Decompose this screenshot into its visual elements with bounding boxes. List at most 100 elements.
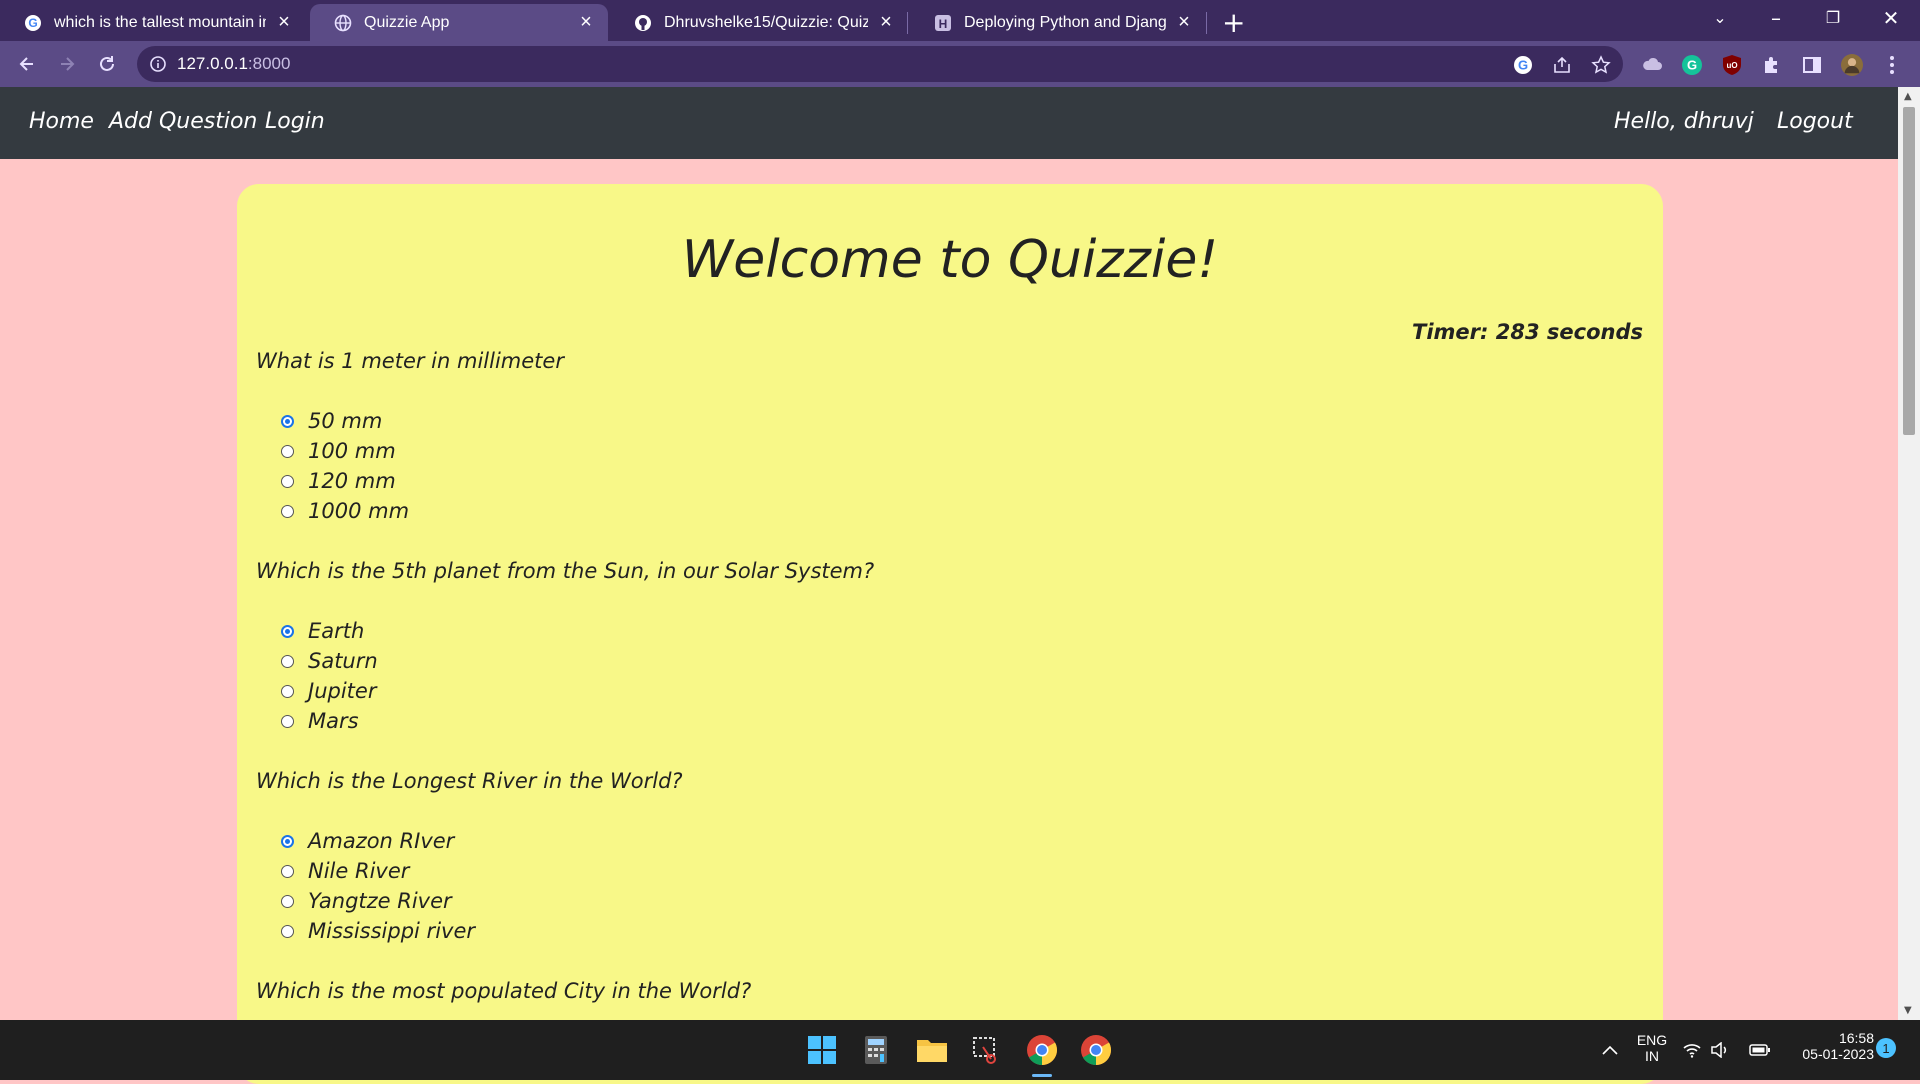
- share-icon[interactable]: [1552, 55, 1572, 79]
- answer-option[interactable]: Jupiter: [281, 679, 376, 703]
- tab-title: Quizzie App: [364, 13, 450, 31]
- option-label: Amazon RIver: [308, 829, 455, 853]
- heroku-icon: H: [934, 14, 952, 32]
- nav-link-login[interactable]: Login: [265, 109, 325, 134]
- active-app-indicator: [1032, 1074, 1052, 1077]
- language-indicator[interactable]: ENG IN: [1632, 1032, 1672, 1064]
- reload-icon[interactable]: [92, 49, 122, 79]
- radio-button[interactable]: [281, 864, 294, 878]
- taskbar-clock[interactable]: 16:58 05-01-2023: [1784, 1030, 1874, 1062]
- file-explorer-icon[interactable]: [914, 1032, 950, 1068]
- answer-option[interactable]: Amazon RIver: [281, 829, 454, 853]
- user-greeting: Hello, dhruvj: [1614, 109, 1754, 134]
- tab-search-chevron-icon[interactable]: ⌄: [1700, 8, 1740, 27]
- new-tab-icon[interactable]: +: [1222, 6, 1245, 39]
- cloud-extension-icon[interactable]: [1641, 54, 1663, 76]
- url-host: 127.0.0.1: [177, 54, 248, 73]
- answer-option[interactable]: Saturn: [281, 649, 378, 673]
- restore-icon[interactable]: ❐: [1813, 8, 1853, 27]
- bookmark-star-icon[interactable]: [1591, 55, 1611, 79]
- browser-tab-strip: G which is the tallest mountain in th × …: [0, 0, 1920, 41]
- nav-link-add-question[interactable]: Add Question: [109, 109, 257, 134]
- snipping-tool-icon[interactable]: [968, 1032, 1004, 1068]
- nav-link-logout[interactable]: Logout: [1777, 109, 1853, 134]
- url-port: :8000: [247, 54, 291, 73]
- site-info-icon[interactable]: [149, 55, 167, 77]
- notification-badge[interactable]: 1: [1876, 1038, 1896, 1058]
- battery-icon[interactable]: [1748, 1032, 1772, 1068]
- answer-option[interactable]: Mars: [281, 709, 359, 733]
- answer-option[interactable]: Nile River: [281, 859, 409, 883]
- radio-button[interactable]: [281, 414, 294, 428]
- globe-icon: [334, 14, 352, 32]
- grammarly-icon[interactable]: G: [1681, 54, 1703, 76]
- option-label: Nile River: [308, 859, 410, 883]
- tab-separator: [1206, 12, 1207, 34]
- clock-time: 16:58: [1838, 1030, 1874, 1046]
- browser-menu-icon[interactable]: [1881, 54, 1903, 76]
- close-icon[interactable]: ×: [1174, 11, 1194, 34]
- svg-text:G: G: [28, 16, 37, 30]
- chrome-profile-icon[interactable]: [1078, 1032, 1114, 1068]
- close-icon[interactable]: ×: [876, 11, 896, 34]
- quiz-card: Welcome to Quizzie! Timer: 283 seconds W…: [237, 184, 1663, 1084]
- tab-heroku[interactable]: H Deploying Python and Django Ap ×: [910, 4, 1206, 41]
- url-text: 127.0.0.1:8000: [177, 54, 290, 74]
- radio-button[interactable]: [281, 684, 294, 698]
- radio-button[interactable]: [281, 834, 294, 848]
- page-title: Welcome to Quizzie!: [681, 230, 1219, 290]
- svg-text:G: G: [1687, 58, 1697, 73]
- address-bar[interactable]: 127.0.0.1:8000 G: [137, 46, 1623, 82]
- nav-link-home[interactable]: Home: [29, 109, 94, 134]
- radio-button[interactable]: [281, 444, 294, 458]
- google-lens-icon[interactable]: G: [1513, 55, 1533, 79]
- radio-button[interactable]: [281, 924, 294, 938]
- close-icon[interactable]: ×: [576, 11, 596, 34]
- windows-start-icon[interactable]: [804, 1032, 840, 1068]
- tab-quizzie-app[interactable]: Quizzie App ×: [310, 4, 608, 41]
- question-text: Which is the most populated City in the …: [256, 979, 752, 1003]
- forward-icon[interactable]: [52, 49, 82, 79]
- option-label: Saturn: [308, 649, 378, 673]
- tab-github[interactable]: Dhruvshelke15/Quizzie: Quizzie i ×: [610, 4, 908, 41]
- tab-title: Deploying Python and Django Ap: [964, 13, 1166, 31]
- radio-button[interactable]: [281, 624, 294, 638]
- language-code: ENG: [1636, 1032, 1668, 1048]
- close-icon[interactable]: ×: [274, 11, 294, 34]
- answer-option[interactable]: Yangtze River: [281, 889, 452, 913]
- quiz-timer: Timer: 283 seconds: [1412, 320, 1643, 344]
- radio-button[interactable]: [281, 504, 294, 518]
- answer-option[interactable]: Mississippi river: [281, 919, 475, 943]
- windows-taskbar: ENG IN 16:58 05-01-2023 1: [0, 1020, 1920, 1080]
- scrollbar-thumb[interactable]: [1903, 107, 1915, 435]
- radio-button[interactable]: [281, 714, 294, 728]
- tab-google-search[interactable]: G which is the tallest mountain in th ×: [0, 4, 306, 41]
- browser-toolbar: 127.0.0.1:8000 G G uO: [0, 41, 1920, 87]
- tab-separator: [907, 12, 908, 34]
- answer-option[interactable]: 1000 mm: [281, 499, 409, 523]
- radio-button[interactable]: [281, 654, 294, 668]
- profile-avatar[interactable]: [1841, 54, 1863, 76]
- page-scrollbar[interactable]: ▲ ▼: [1898, 87, 1920, 1020]
- extensions-puzzle-icon[interactable]: [1761, 54, 1783, 76]
- answer-option[interactable]: 100 mm: [281, 439, 396, 463]
- radio-button[interactable]: [281, 894, 294, 908]
- svg-text:G: G: [1518, 58, 1528, 73]
- back-icon[interactable]: [12, 49, 42, 79]
- answer-option[interactable]: 120 mm: [281, 469, 396, 493]
- answer-option[interactable]: 50 mm: [281, 409, 382, 433]
- volume-icon[interactable]: [1708, 1032, 1732, 1068]
- option-label: 100 mm: [308, 439, 396, 463]
- wifi-icon[interactable]: [1680, 1032, 1704, 1068]
- scroll-down-arrow-icon[interactable]: ▼: [1904, 1005, 1912, 1016]
- radio-button[interactable]: [281, 474, 294, 488]
- window-close-icon[interactable]: ✕: [1871, 6, 1911, 30]
- minimize-icon[interactable]: –: [1756, 6, 1796, 30]
- calculator-icon[interactable]: [858, 1032, 894, 1068]
- answer-option[interactable]: Earth: [281, 619, 364, 643]
- ublock-origin-icon[interactable]: uO: [1721, 54, 1743, 76]
- show-hidden-icons-chevron-icon[interactable]: [1592, 1032, 1628, 1068]
- scroll-up-arrow-icon[interactable]: ▲: [1904, 91, 1912, 102]
- chrome-icon[interactable]: [1024, 1032, 1060, 1068]
- side-panel-icon[interactable]: [1801, 54, 1823, 76]
